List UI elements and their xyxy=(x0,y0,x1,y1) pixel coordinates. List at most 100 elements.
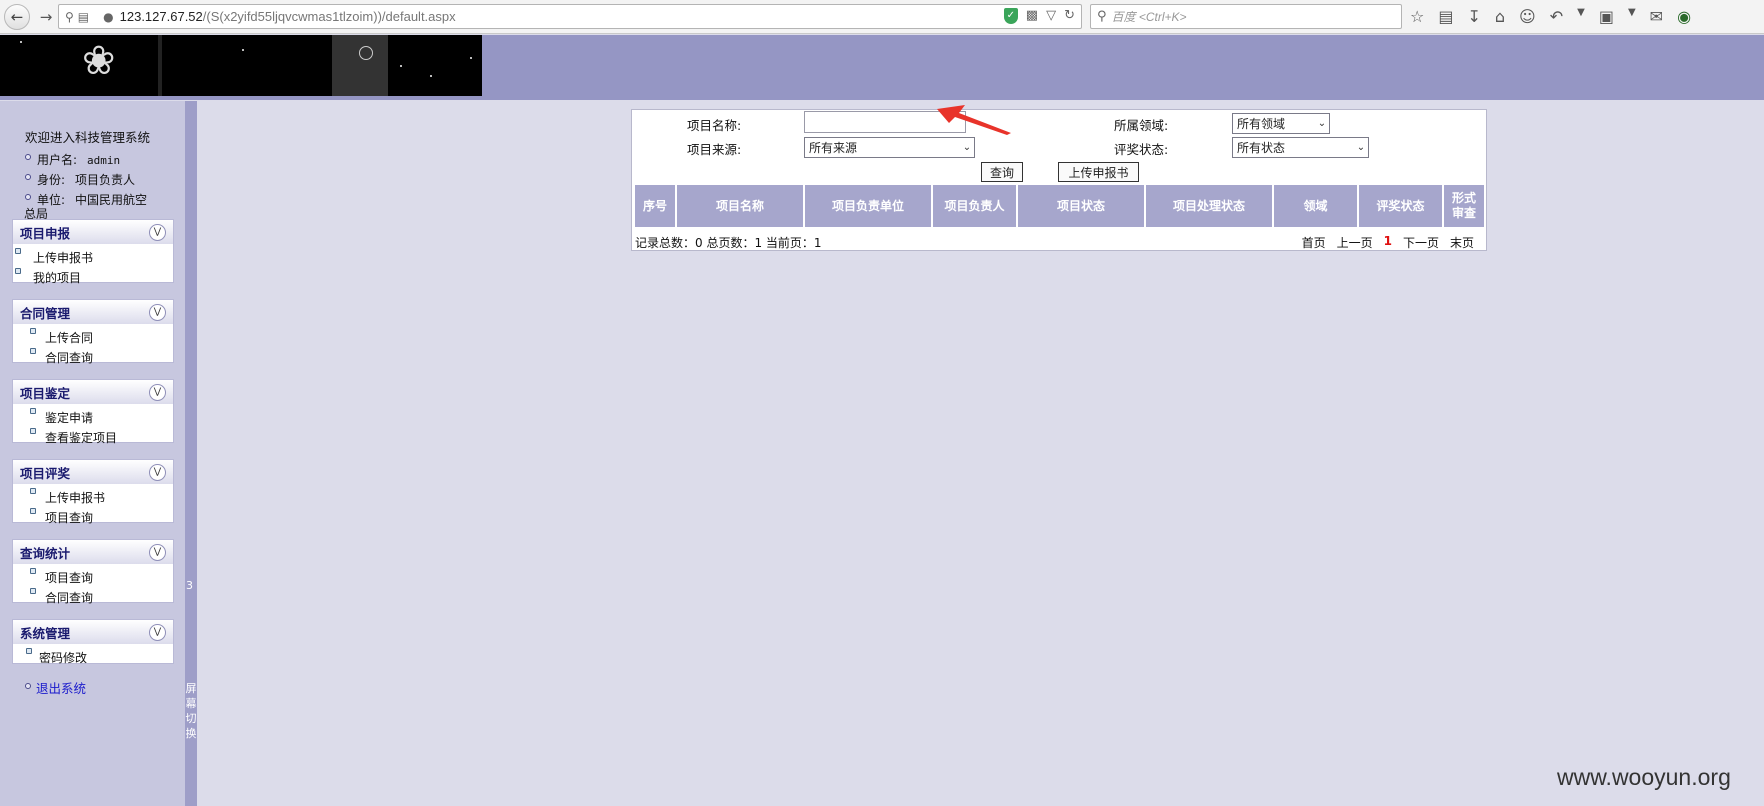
collapse-chevron-icon[interactable]: ⋁ xyxy=(149,303,166,321)
clipboard-icon[interactable]: ▤ xyxy=(1438,7,1453,26)
panel-system-management: 系统管理 ⋁ 密码修改 xyxy=(12,619,174,667)
award-status-select[interactable]: 所有状态 ⌄ xyxy=(1232,137,1369,158)
sidebar-item-my-projects[interactable]: 我的项目 xyxy=(13,267,173,287)
menu-dropdown-icon[interactable]: ▼ xyxy=(1577,7,1585,26)
col-formal-review[interactable]: 形式审查 xyxy=(1444,185,1484,227)
project-source-select[interactable]: 所有来源 ⌄ xyxy=(804,137,975,158)
panel-header[interactable]: 系统管理 ⋁ xyxy=(13,620,173,644)
collapse-chevron-icon[interactable]: ⋁ xyxy=(149,463,166,481)
collapse-chevron-icon[interactable]: ⋁ xyxy=(149,623,166,641)
collapse-chevron-icon[interactable]: ⋁ xyxy=(149,383,166,401)
next-page-link[interactable]: 下一页 xyxy=(1403,234,1439,251)
unit-value: 中国民用航空 xyxy=(75,193,148,207)
bullet-icon xyxy=(25,154,31,160)
sidebar-divider-bar[interactable]: 3 屏幕切换 xyxy=(185,101,197,806)
forward-button[interactable]: → xyxy=(36,7,56,27)
logout-link[interactable]: 退出系统 xyxy=(25,678,86,697)
col-processing-status[interactable]: 项目处理状态 xyxy=(1146,185,1272,227)
qr-code-icon[interactable]: ▩ xyxy=(1026,8,1038,24)
col-responsible-person[interactable]: 项目负责人 xyxy=(933,185,1016,227)
sidebar-item-award-query[interactable]: 项目查询 xyxy=(13,507,173,527)
bullet-icon xyxy=(30,508,36,514)
sidebar-item-upload-contract[interactable]: 上传合同 xyxy=(13,327,173,347)
shield-icon[interactable]: ✓ xyxy=(1003,8,1018,24)
panel-header[interactable]: 项目鉴定 ⋁ xyxy=(13,380,173,404)
sidebar-item-contract-query[interactable]: 合同查询 xyxy=(13,347,173,367)
panel-title: 查询统计 xyxy=(20,545,71,561)
chat-icon[interactable]: ✉ xyxy=(1650,7,1663,26)
query-button[interactable]: 查询 xyxy=(981,162,1023,182)
panel-header[interactable]: 合同管理 ⋁ xyxy=(13,300,173,324)
divider-number: 3 xyxy=(186,579,193,592)
chevron-down-icon: ⌄ xyxy=(1317,118,1327,129)
bullet-icon xyxy=(30,408,36,414)
undo-icon[interactable]: ↶ xyxy=(1550,7,1563,26)
left-sidebar: 欢迎进入科技管理系统 用户名: admin 身份: 项目负责人 单位: 中国民用航空 … xyxy=(0,101,185,806)
sidebar-item-upload-declaration[interactable]: 上传申报书 xyxy=(13,247,173,267)
panel-header[interactable]: 项目评奖 ⋁ xyxy=(13,460,173,484)
col-responsible-unit[interactable]: 项目负责单位 xyxy=(805,185,931,227)
panel-contract-management: 合同管理 ⋁ 上传合同 合同查询 xyxy=(12,299,174,365)
last-page-link[interactable]: 末页 xyxy=(1450,234,1474,251)
bullet-icon xyxy=(25,683,31,689)
header-banner-image: ❀ xyxy=(0,35,482,96)
sidebar-item-stats-project-query[interactable]: 项目查询 xyxy=(13,567,173,587)
pagination: 首页 上一页 1 下一页 末页 xyxy=(1302,234,1474,251)
sidebar-item-appraisal-request[interactable]: 鉴定申请 xyxy=(13,407,173,427)
screen-toggle-text[interactable]: 屏幕切换 xyxy=(185,681,197,741)
field-select-value: 所有领域 xyxy=(1237,117,1286,131)
extension-icon[interactable]: ◉ xyxy=(1677,7,1691,26)
address-bar[interactable]: ⚲ ▤ ● 123.127.67.52/(S(x2yifd55ljqvcwmas… xyxy=(58,4,1082,29)
arrow-left-icon: ← xyxy=(10,8,24,26)
flower-logo-icon: ❀ xyxy=(82,38,116,84)
panel-project-award: 项目评奖 ⋁ 上传申报书 项目查询 xyxy=(12,459,174,525)
field-select[interactable]: 所有领域 ⌄ xyxy=(1232,113,1330,134)
col-project-status[interactable]: 项目状态 xyxy=(1018,185,1144,227)
panel-header[interactable]: 项目申报 ⋁ xyxy=(13,220,173,244)
upload-declaration-button[interactable]: 上传申报书 xyxy=(1058,162,1139,182)
panel-project-appraisal: 项目鉴定 ⋁ 鉴定申请 查看鉴定项目 xyxy=(12,379,174,445)
panel-project-declare: 项目申报 ⋁ 上传申报书 我的项目 xyxy=(12,219,174,285)
collapse-chevron-icon[interactable]: ⋁ xyxy=(149,223,166,241)
sidebar-item-stats-contract-query[interactable]: 合同查询 xyxy=(13,587,173,607)
user-value: admin xyxy=(87,154,121,167)
sidebar-item-view-appraisal[interactable]: 查看鉴定项目 xyxy=(13,427,173,447)
role-value: 项目负责人 xyxy=(75,173,136,187)
bullet-icon xyxy=(26,648,32,654)
reload-icon[interactable]: ↻ xyxy=(1064,8,1075,24)
crop-icon[interactable]: ▣ xyxy=(1599,7,1614,26)
download-icon[interactable]: ↧ xyxy=(1467,7,1480,26)
user-info: 用户名: admin xyxy=(25,151,120,168)
home-icon[interactable]: ⌂ xyxy=(1495,7,1505,26)
bullet-icon xyxy=(15,248,21,254)
record-stats: 记录总数：0 总页数：1 当前页：1 xyxy=(635,236,822,250)
project-source-label: 项目来源: xyxy=(687,142,742,157)
search-bar[interactable]: ⚲ 百度 <Ctrl+K> xyxy=(1090,4,1402,29)
dropdown-icon[interactable]: ▽ xyxy=(1046,8,1056,24)
url-host: 123.127.67.52 xyxy=(119,9,203,24)
col-field[interactable]: 领域 xyxy=(1274,185,1357,227)
chevron-down-icon: ⌄ xyxy=(962,142,972,153)
search-placeholder: 百度 <Ctrl+K> xyxy=(1111,10,1187,24)
back-button[interactable]: ← xyxy=(4,4,30,30)
url-text: 123.127.67.52/(S(x2yifd55ljqvcwmas1tlzoi… xyxy=(120,9,456,24)
col-award-status[interactable]: 评奖状态 xyxy=(1359,185,1442,227)
bullet-icon xyxy=(30,568,36,574)
project-table-header: 序号 项目名称 项目负责单位 项目负责人 项目状态 项目处理状态 领域 评奖状态… xyxy=(635,185,1484,227)
prev-page-link[interactable]: 上一页 xyxy=(1337,234,1373,251)
bullet-icon xyxy=(30,488,36,494)
project-name-label: 项目名称: xyxy=(687,118,742,133)
star-icon[interactable]: ☆ xyxy=(1410,7,1424,26)
col-project-name[interactable]: 项目名称 xyxy=(677,185,803,227)
smiley-icon[interactable]: ☺ xyxy=(1519,7,1536,26)
award-status-value: 所有状态 xyxy=(1237,141,1286,155)
role-label: 身份: xyxy=(37,173,66,187)
sidebar-item-change-password[interactable]: 密码修改 xyxy=(13,647,173,667)
sidebar-item-award-upload[interactable]: 上传申报书 xyxy=(13,487,173,507)
collapse-chevron-icon[interactable]: ⋁ xyxy=(149,543,166,561)
menu-dropdown-icon-2[interactable]: ▼ xyxy=(1628,7,1636,26)
col-index[interactable]: 序号 xyxy=(635,185,675,227)
first-page-link[interactable]: 首页 xyxy=(1302,234,1326,251)
panel-header[interactable]: 查询统计 ⋁ xyxy=(13,540,173,564)
globe-icon: ● xyxy=(103,9,114,24)
